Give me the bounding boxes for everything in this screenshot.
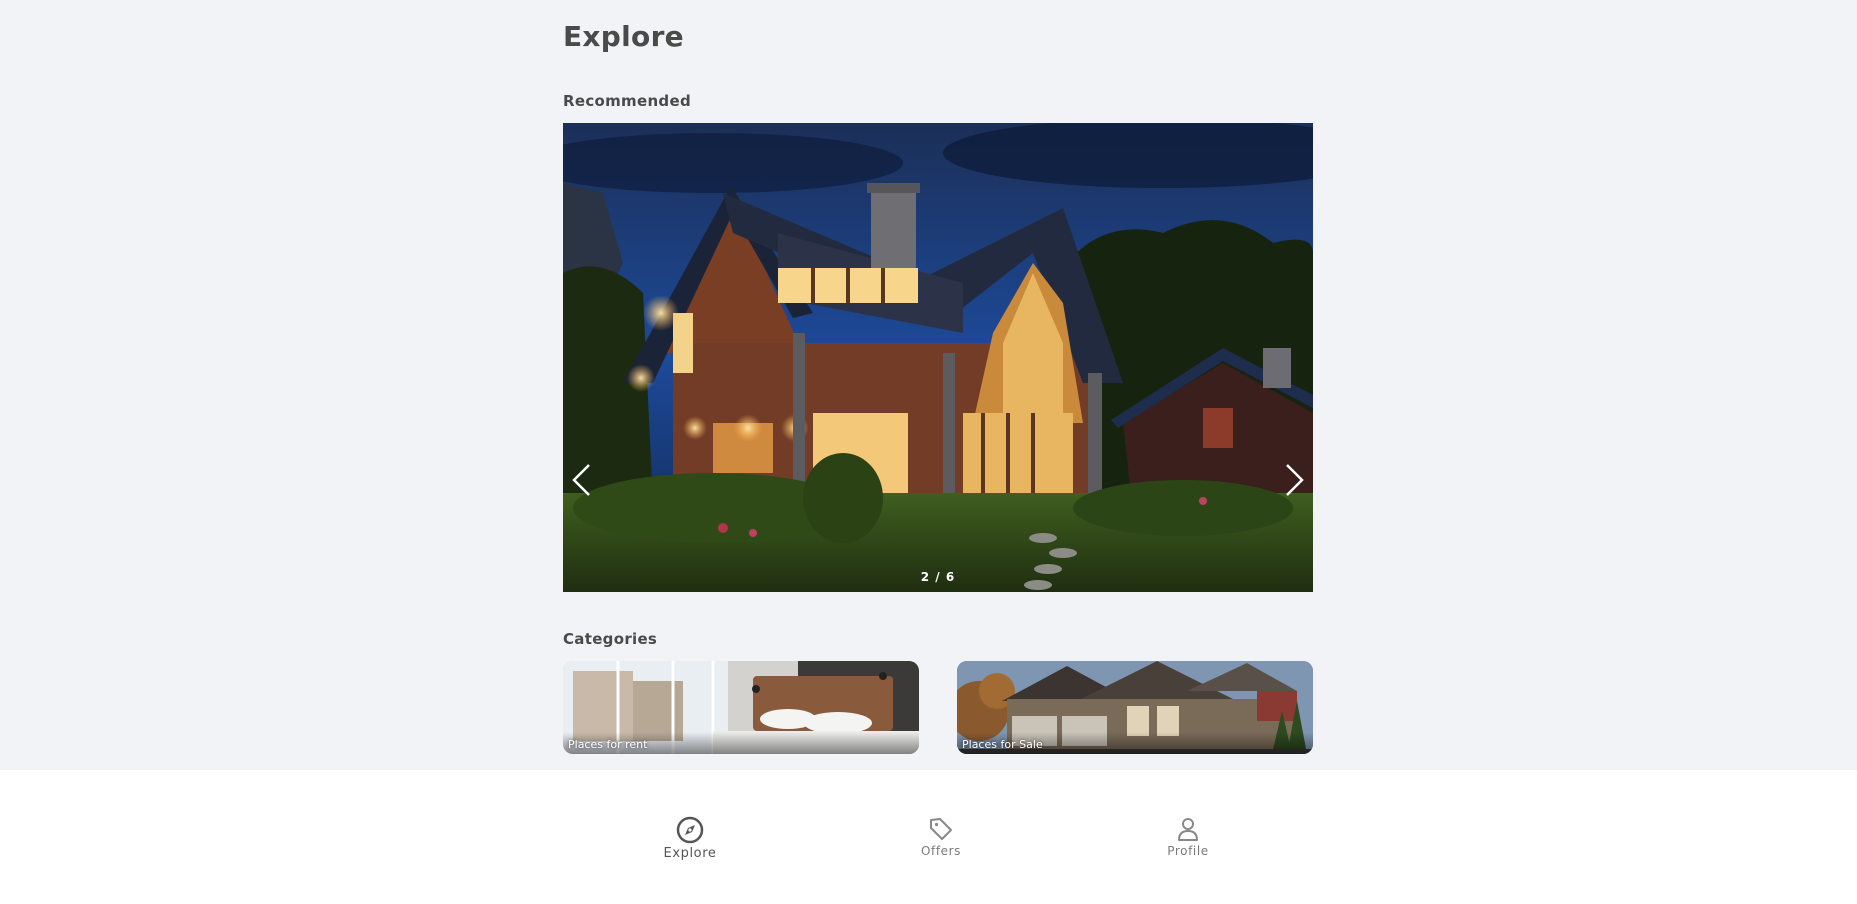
- page-title: Explore: [563, 20, 684, 53]
- explore-page: Explore Recommended 2 / 6 Categories Pla…: [0, 0, 1857, 904]
- category-places-for-sale[interactable]: Places for Sale: [957, 661, 1313, 754]
- nav-profile[interactable]: Profile: [1138, 816, 1238, 858]
- category-label: Places for Sale: [962, 738, 1043, 751]
- nav-offers-label: Offers: [920, 844, 962, 858]
- nav-explore-label: Explore: [663, 846, 717, 861]
- house-photo: [563, 123, 1313, 592]
- chevron-left-icon: [572, 464, 590, 496]
- nav-offers[interactable]: Offers: [891, 816, 991, 858]
- carousel-next-button[interactable]: [1277, 456, 1313, 504]
- nav-profile-label: Profile: [1167, 844, 1209, 858]
- compass-icon: [676, 816, 704, 844]
- categories-heading: Categories: [563, 630, 658, 648]
- category-places-for-rent[interactable]: Places for rent: [563, 661, 919, 754]
- tag-icon: [930, 818, 952, 840]
- recommended-carousel[interactable]: 2 / 6: [563, 123, 1313, 592]
- recommended-heading: Recommended: [563, 92, 691, 110]
- bottom-navigation: Explore Offers Profile: [0, 770, 1857, 904]
- carousel-prev-button[interactable]: [563, 456, 599, 504]
- carousel-counter: 2 / 6: [920, 570, 956, 584]
- chevron-right-icon: [1286, 464, 1304, 496]
- nav-explore[interactable]: Explore: [640, 816, 740, 861]
- user-icon: [1178, 818, 1198, 841]
- category-label: Places for rent: [568, 738, 648, 751]
